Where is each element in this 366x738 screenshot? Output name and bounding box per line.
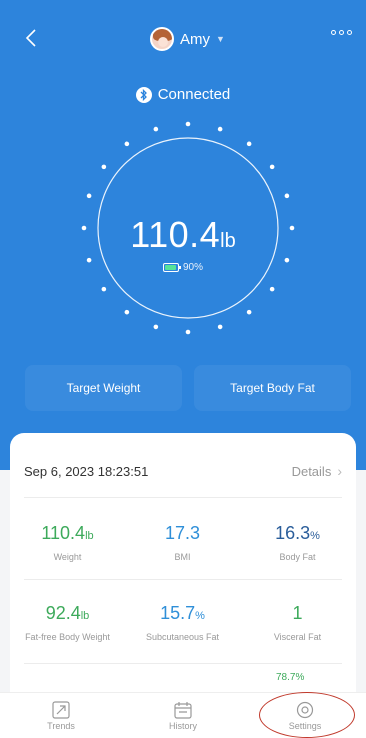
target-weight-button[interactable]: Target Weight: [25, 365, 182, 411]
target-body-fat-button[interactable]: Target Body Fat: [194, 365, 351, 411]
gauge-dot: [101, 164, 107, 170]
metric-body-fat[interactable]: 16.3% Body Fat: [240, 523, 355, 562]
gauge-dot: [101, 286, 107, 292]
metric-label: Visceral Fat: [273, 632, 322, 642]
app-screen: Amy ▼ Connected 110.4lb 90% Target Weigh…: [0, 0, 366, 738]
gauge-dot: [124, 141, 130, 147]
connection-status: Connected: [0, 86, 366, 103]
metric-bmi[interactable]: 17.3 BMI: [125, 523, 240, 562]
gauge-dot: [185, 121, 191, 127]
metric-label: BMI: [174, 552, 191, 562]
details-link[interactable]: Details ›: [292, 463, 342, 479]
gauge-dot: [269, 164, 275, 170]
calendar-icon: [174, 701, 192, 719]
metric-label: Fat-free Body Weight: [25, 632, 110, 642]
tab-history[interactable]: History: [122, 693, 244, 738]
gauge-dot: [246, 141, 252, 147]
more-options-button[interactable]: [331, 30, 352, 35]
avatar: [150, 27, 174, 51]
details-label: Details: [291, 463, 332, 479]
target-buttons: Target Weight Target Body Fat: [25, 365, 351, 411]
gauge-dot: [185, 329, 191, 335]
chevron-right-icon: ›: [337, 463, 342, 479]
gauge-dot: [246, 309, 252, 315]
battery-status: 90%: [0, 262, 366, 273]
metric-value: 15.7: [160, 603, 196, 623]
gauge-dot: [153, 324, 159, 330]
chevron-left-icon: [25, 29, 36, 47]
gauge-dot: [153, 126, 159, 132]
current-weight: 110.4lb: [0, 214, 366, 256]
battery-icon: [162, 263, 181, 272]
tab-trends[interactable]: Trends: [0, 693, 122, 738]
metric-fat-free-weight[interactable]: 92.4lb Fat-free Body Weight: [10, 603, 125, 642]
more-dot-icon: [347, 30, 352, 35]
metric-unit: %: [310, 530, 320, 542]
metric-visceral-fat[interactable]: 1 Visceral Fat: [240, 603, 355, 642]
partial-metric-value: 78.7%: [276, 672, 305, 683]
user-switcher[interactable]: Amy ▼: [150, 24, 225, 54]
gauge-dot: [217, 324, 223, 330]
connection-label: Connected: [157, 86, 231, 103]
annotation-ellipse: [259, 692, 355, 738]
more-dot-icon: [339, 30, 344, 35]
weight-value: 110.4: [130, 214, 221, 255]
metric-weight[interactable]: 110.4lb Weight: [10, 523, 125, 562]
divider: [24, 579, 342, 580]
caret-down-icon: ▼: [216, 34, 225, 44]
gauge-dot: [284, 193, 290, 199]
gauge-dot: [269, 286, 275, 292]
back-button[interactable]: [20, 24, 42, 52]
tab-label: Trends: [47, 720, 75, 731]
tab-label: History: [168, 720, 197, 731]
metric-value: 17.3: [164, 523, 201, 543]
trends-icon: [52, 700, 70, 719]
metric-unit: lb: [85, 530, 94, 542]
metric-unit: lb: [80, 610, 90, 622]
metric-value: 16.3: [275, 523, 311, 543]
battery-level: 90%: [182, 262, 203, 273]
gauge-dot: [217, 126, 223, 132]
metric-label: Weight: [53, 552, 82, 562]
measurement-timestamp: Sep 6, 2023 18:23:51: [24, 463, 149, 479]
bluetooth-icon: [135, 86, 152, 103]
divider: [24, 663, 342, 664]
top-bar: Amy ▼: [0, 20, 366, 60]
gauge-dot: [124, 309, 130, 315]
metric-value: 110.4: [41, 523, 86, 543]
metric-value: 92.4: [45, 603, 81, 623]
metric-label: Subcutaneous Fat: [145, 632, 220, 642]
more-dot-icon: [331, 30, 336, 35]
metric-label: Body Fat: [279, 552, 316, 562]
metric-subcutaneous-fat[interactable]: 15.7% Subcutaneous Fat: [125, 603, 240, 642]
metric-unit: %: [195, 610, 205, 622]
divider: [24, 497, 342, 498]
weight-unit: lb: [220, 230, 236, 252]
card-header: Sep 6, 2023 18:23:51 Details ›: [24, 463, 342, 479]
user-name: Amy: [180, 30, 210, 48]
gauge-dot: [86, 193, 92, 199]
metric-value: 1: [292, 603, 303, 623]
